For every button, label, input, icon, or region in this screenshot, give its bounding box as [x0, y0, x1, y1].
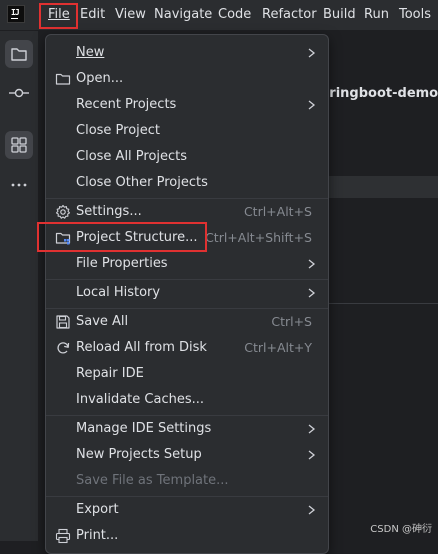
menu-view[interactable]: View [115, 5, 146, 25]
menu-item-label: Invalidate Caches... [76, 392, 205, 407]
menu-item-invalidate-caches[interactable]: Invalidate Caches... [46, 387, 328, 413]
menu-item-label: File Properties [76, 256, 168, 271]
menu-item-save-all[interactable]: Save All Ctrl+S [46, 309, 328, 335]
project-structure-icon [55, 232, 71, 245]
menu-item-recent-projects[interactable]: Recent Projects [46, 92, 328, 118]
gear-icon [55, 204, 71, 219]
print-icon [55, 528, 71, 544]
chevron-right-icon [308, 288, 316, 298]
menu-run[interactable]: Run [364, 5, 389, 25]
chevron-right-icon [308, 450, 316, 460]
logo-mark: IJ [11, 8, 20, 17]
menu-tools[interactable]: Tools [399, 5, 431, 25]
menu-item-label: Local History [76, 285, 161, 300]
save-icon [56, 315, 70, 329]
menu-item-repair-ide[interactable]: Repair IDE [46, 361, 328, 387]
menu-item-shortcut: Ctrl+Alt+Y [244, 340, 312, 355]
menu-item-project-structure[interactable]: Project Structure... Ctrl+Alt+Shift+S [46, 225, 328, 251]
menu-item-manage-ide-settings[interactable]: Manage IDE Settings [46, 416, 328, 442]
commit-icon [9, 88, 29, 98]
chevron-right-icon [308, 259, 316, 269]
menu-item-label: Save All [76, 314, 129, 329]
menu-code[interactable]: Code [218, 5, 251, 25]
menu-item-label: Recent Projects [76, 97, 177, 112]
menu-item-local-history[interactable]: Local History [46, 280, 328, 306]
menu-item-label: Reload All from Disk [76, 340, 207, 355]
chevron-right-icon [308, 48, 316, 58]
more-icon [11, 183, 27, 187]
menu-file-label: File [48, 7, 70, 22]
menu-file[interactable]: File [48, 5, 70, 25]
menu-item-reload-all[interactable]: Reload All from Disk Ctrl+Alt+Y [46, 335, 328, 361]
menu-item-shortcut: Ctrl+Alt+Shift+S [205, 230, 312, 245]
menu-item-label: Manage IDE Settings [76, 421, 212, 436]
menu-item-label: Repair IDE [76, 366, 144, 381]
chevron-right-icon [308, 100, 316, 110]
menu-item-export[interactable]: Export [46, 497, 328, 523]
folder-icon [11, 48, 27, 61]
menu-item-label: New Projects Setup [76, 447, 202, 462]
menu-item-label: Close Other Projects [76, 175, 208, 190]
menu-item-print[interactable]: Print... [46, 523, 328, 549]
structure-icon [11, 137, 27, 153]
structure-tool-button[interactable] [5, 131, 33, 159]
project-tool-button[interactable] [5, 40, 33, 68]
selected-row-band [328, 176, 438, 198]
menu-item-new-projects-setup[interactable]: New Projects Setup [46, 442, 328, 468]
menu-item-save-file-as-template: Save File as Template... [46, 468, 328, 494]
intellij-logo-icon[interactable]: IJ [7, 5, 25, 23]
chevron-right-icon [308, 424, 316, 434]
file-menu-dropdown: New Open... Recent Projects Close Projec… [45, 34, 329, 554]
logo-underline [11, 18, 18, 19]
menu-item-label: Print... [76, 528, 119, 543]
commit-tool-button[interactable] [5, 79, 33, 107]
chevron-right-icon [308, 505, 316, 515]
menu-item-label: Project Structure... [76, 230, 198, 245]
menu-item-label: Export [76, 502, 119, 517]
menu-item-open[interactable]: Open... [46, 66, 328, 92]
menu-item-close-other-projects[interactable]: Close Other Projects [46, 170, 328, 196]
menu-item-settings[interactable]: Settings... Ctrl+Alt+S [46, 199, 328, 225]
folder-icon [55, 73, 71, 85]
left-tool-strip [0, 31, 39, 541]
editor-separator [328, 303, 438, 304]
menu-refactor[interactable]: Refactor [262, 5, 317, 25]
menu-item-file-properties[interactable]: File Properties [46, 251, 328, 277]
menu-item-label: Close All Projects [76, 149, 188, 164]
menu-item-label: Save File as Template... [76, 473, 229, 488]
menu-item-label: Open... [76, 71, 124, 86]
menu-edit[interactable]: Edit [80, 5, 105, 25]
more-tools-button[interactable] [5, 171, 33, 199]
menu-item-label: Close Project [76, 123, 161, 138]
label-text: New [76, 45, 105, 60]
menu-item-shortcut: Ctrl+S [271, 314, 312, 329]
reload-icon [57, 342, 70, 354]
csdn-watermark: CSDN @砷衍 [370, 524, 432, 535]
menu-item-close-project[interactable]: Close Project [46, 118, 328, 144]
project-name-label: pringboot-demo] [320, 86, 438, 101]
menu-navigate[interactable]: Navigate [154, 5, 212, 25]
menu-build[interactable]: Build [323, 5, 356, 25]
menu-item-close-all-projects[interactable]: Close All Projects [46, 144, 328, 170]
menu-item-shortcut: Ctrl+Alt+S [243, 204, 312, 219]
menu-item-new[interactable]: New [46, 40, 328, 66]
main-menu-bar: IJ File Edit View Navigate Code Refactor… [0, 0, 438, 31]
menu-item-label: Settings... [76, 204, 142, 219]
menu-item-label: New [76, 44, 104, 62]
